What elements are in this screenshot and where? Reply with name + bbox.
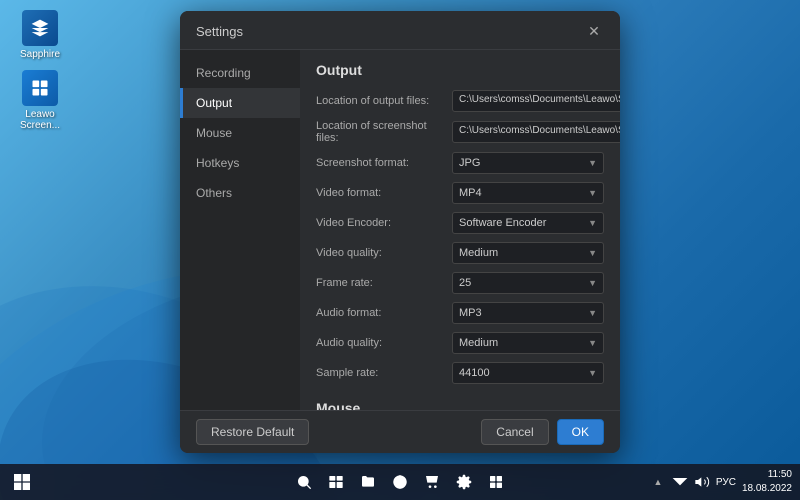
chevron-down-icon-7: ▼ — [588, 338, 597, 348]
sample-rate-row: Sample rate: 44100 ▼ — [316, 362, 604, 384]
audio-quality-row: Audio quality: Medium ▼ — [316, 332, 604, 354]
modal-overlay: Settings ✕ Recording Output Mouse — [0, 0, 800, 464]
browser-button[interactable] — [386, 468, 414, 496]
sidebar: Recording Output Mouse Hotkeys Others — [180, 50, 300, 410]
screenshot-location-input[interactable]: C:\Users\comss\Documents\Leawo\Screen Re… — [452, 121, 620, 143]
video-format-select[interactable]: MP4 ▼ — [452, 182, 604, 204]
frame-rate-row: Frame rate: 25 ▼ — [316, 272, 604, 294]
ok-button[interactable]: OK — [557, 419, 604, 445]
clock[interactable]: 11:50 18.08.2022 — [742, 468, 792, 496]
store-button[interactable] — [418, 468, 446, 496]
close-button[interactable]: ✕ — [584, 21, 604, 41]
sidebar-item-others[interactable]: Others — [180, 178, 300, 208]
audio-quality-control: Medium ▼ — [452, 332, 604, 354]
file-explorer-button[interactable] — [354, 468, 382, 496]
task-view-button[interactable] — [322, 468, 350, 496]
video-format-label: Video format: — [316, 187, 446, 199]
frame-rate-control: 25 ▼ — [452, 272, 604, 294]
chevron-down-icon-2: ▼ — [588, 188, 597, 198]
video-encoder-row: Video Encoder: Software Encoder ▼ — [316, 212, 604, 234]
main-content: Output Location of output files: C:\User… — [300, 50, 620, 410]
chevron-down-icon-4: ▼ — [588, 248, 597, 258]
mouse-section-title: Mouse — [316, 400, 604, 410]
screenshot-format-label: Screenshot format: — [316, 157, 446, 169]
output-section-title: Output — [316, 62, 604, 78]
footer-right: Cancel OK — [481, 419, 604, 445]
audio-quality-label: Audio quality: — [316, 337, 446, 349]
audio-format-row: Audio format: MP3 ▼ — [316, 302, 604, 324]
settings-dialog: Settings ✕ Recording Output Mouse — [180, 11, 620, 453]
taskbar-left — [8, 468, 36, 496]
date-display: 18.08.2022 — [742, 482, 792, 496]
dialog-titlebar: Settings ✕ — [180, 11, 620, 50]
video-format-control: MP4 ▼ — [452, 182, 604, 204]
sidebar-item-output[interactable]: Output — [180, 88, 300, 118]
time-display: 11:50 — [742, 468, 792, 482]
video-encoder-label: Video Encoder: — [316, 217, 446, 229]
taskbar-right: ▲ РУС 11:50 18.08.2022 — [650, 468, 792, 496]
screenshot-location-control: C:\Users\comss\Documents\Leawo\Screen Re… — [452, 121, 620, 143]
restore-default-button[interactable]: Restore Default — [196, 419, 309, 445]
frame-rate-label: Frame rate: — [316, 277, 446, 289]
screenshot-location-label: Location of screenshot files: — [316, 120, 446, 144]
video-quality-control: Medium ▼ — [452, 242, 604, 264]
sample-rate-control: 44100 ▼ — [452, 362, 604, 384]
dialog-body: Recording Output Mouse Hotkeys Others — [180, 50, 620, 410]
video-format-row: Video format: MP4 ▼ — [316, 182, 604, 204]
volume-icon[interactable] — [694, 468, 710, 496]
chevron-down-icon-3: ▼ — [588, 218, 597, 228]
taskbar: ▲ РУС 11:50 18.08.2022 — [0, 464, 800, 500]
video-encoder-control: Software Encoder ▼ — [452, 212, 604, 234]
video-quality-select[interactable]: Medium ▼ — [452, 242, 604, 264]
sidebar-item-recording[interactable]: Recording — [180, 58, 300, 88]
output-location-row: Location of output files: C:\Users\comss… — [316, 90, 604, 112]
leawo-taskbar-button[interactable] — [482, 468, 510, 496]
sidebar-item-mouse[interactable]: Mouse — [180, 118, 300, 148]
audio-quality-select[interactable]: Medium ▼ — [452, 332, 604, 354]
output-location-control: C:\Users\comss\Documents\Leawo\Screen Re… — [452, 90, 620, 112]
dialog-title: Settings — [196, 24, 243, 39]
audio-format-control: MP3 ▼ — [452, 302, 604, 324]
language-indicator: РУС — [716, 477, 736, 488]
audio-format-select[interactable]: MP3 ▼ — [452, 302, 604, 324]
screenshot-format-control: JPG ▼ — [452, 152, 604, 174]
output-location-label: Location of output files: — [316, 95, 446, 107]
video-quality-label: Video quality: — [316, 247, 446, 259]
sample-rate-label: Sample rate: — [316, 367, 446, 379]
sidebar-item-hotkeys[interactable]: Hotkeys — [180, 148, 300, 178]
desktop: Sapphire LeawoScreen... Settings ✕ Recor… — [0, 0, 800, 500]
network-icon[interactable] — [672, 468, 688, 496]
start-button[interactable] — [8, 468, 36, 496]
chevron-down-icon-6: ▼ — [588, 308, 597, 318]
chevron-down-icon-8: ▼ — [588, 368, 597, 378]
frame-rate-select[interactable]: 25 ▼ — [452, 272, 604, 294]
search-taskbar-button[interactable] — [290, 468, 318, 496]
sample-rate-select[interactable]: 44100 ▼ — [452, 362, 604, 384]
video-encoder-select[interactable]: Software Encoder ▼ — [452, 212, 604, 234]
dialog-footer: Restore Default Cancel OK — [180, 410, 620, 453]
chevron-down-icon-5: ▼ — [588, 278, 597, 288]
cancel-button[interactable]: Cancel — [481, 419, 548, 445]
taskbar-center — [290, 468, 510, 496]
chevron-up-icon[interactable]: ▲ — [650, 468, 666, 496]
chevron-down-icon: ▼ — [588, 158, 597, 168]
screenshot-format-row: Screenshot format: JPG ▼ — [316, 152, 604, 174]
screenshot-location-row: Location of screenshot files: C:\Users\c… — [316, 120, 604, 144]
screenshot-format-select[interactable]: JPG ▼ — [452, 152, 604, 174]
output-location-input[interactable]: C:\Users\comss\Documents\Leawo\Screen Re… — [452, 90, 620, 112]
video-quality-row: Video quality: Medium ▼ — [316, 242, 604, 264]
settings-taskbar-button[interactable] — [450, 468, 478, 496]
audio-format-label: Audio format: — [316, 307, 446, 319]
